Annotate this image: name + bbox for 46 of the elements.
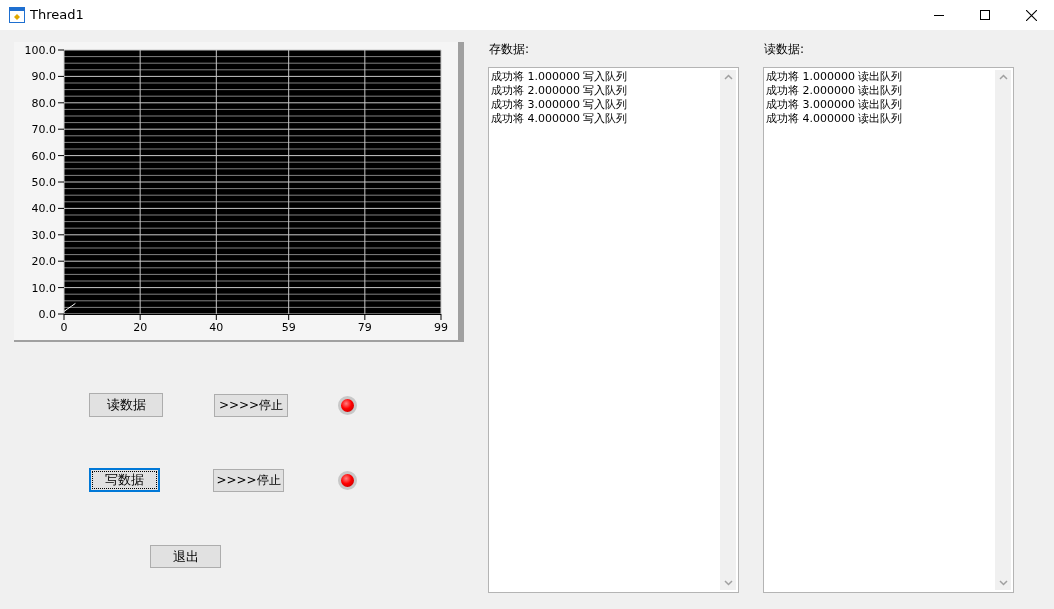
scroll-down-icon[interactable]	[998, 580, 1008, 586]
maximize-icon	[980, 10, 990, 20]
exit-button[interactable]: 退出	[150, 545, 221, 569]
app-icon	[9, 7, 25, 23]
x-tick-label: 0	[60, 321, 68, 334]
close-icon	[1025, 9, 1037, 21]
y-tick-label: 90.0	[31, 70, 56, 84]
x-tick-label: 79	[357, 321, 372, 334]
text-area[interactable]: 成功将 1.000000 读出队列 成功将 2.000000 读出队列 成功将 3.000000 读出队列 成功将 4.000000 读出队列	[763, 67, 1014, 593]
y-tick-label: 30.0	[31, 228, 56, 242]
scroll-up-icon[interactable]	[723, 74, 733, 80]
panel-label: 存数据:	[489, 41, 531, 57]
y-tick-label: 0.0	[38, 308, 56, 321]
x-tick-label: 20	[133, 321, 148, 334]
log-line: 成功将 4.000000 写入队列	[491, 112, 629, 126]
stop-button[interactable]: >>>>停止	[213, 468, 284, 492]
scroll-up-icon[interactable]	[998, 74, 1008, 80]
log-line: 成功将 3.000000 写入队列	[491, 98, 629, 112]
y-tick-label: 50.0	[31, 176, 56, 189]
text-area[interactable]: 成功将 1.000000 写入队列 成功将 2.000000 写入队列 成功将 3.000000 写入队列 成功将 4.000000 写入队列	[488, 67, 739, 593]
y-tick-label: 100.0	[24, 44, 56, 57]
stop-button[interactable]: >>>>停止	[214, 393, 288, 417]
x-tick-label: 99	[434, 321, 448, 334]
x-tick-label: 40	[209, 321, 224, 334]
scrollbar[interactable]	[720, 70, 736, 590]
y-tick-label: 40.0	[31, 202, 56, 216]
y-tick-label: 70.0	[31, 123, 56, 137]
log-line: 成功将 1.000000 写入队列	[491, 70, 629, 84]
start-button[interactable]: 读数据	[89, 393, 163, 417]
x-tick-label: 59	[281, 321, 296, 334]
y-tick-label: 80.0	[31, 96, 56, 110]
log-line: 成功将 2.000000 写入队列	[491, 84, 629, 98]
scroll-down-icon[interactable]	[723, 580, 733, 586]
log-line: 成功将 4.000000 读出队列	[766, 112, 904, 126]
window-title: Thread1	[30, 6, 84, 25]
scrollbar[interactable]	[995, 70, 1011, 590]
log-line: 成功将 3.000000 读出队列	[766, 98, 904, 112]
y-tick-label: 20.0	[31, 255, 56, 269]
y-tick-label: 10.0	[31, 281, 56, 295]
minimize-icon	[934, 14, 944, 16]
log-line: 成功将 2.000000 读出队列	[766, 84, 904, 98]
start-button[interactable]: 写数据	[89, 468, 160, 492]
y-tick-label: 60.0	[31, 149, 56, 163]
log-line: 成功将 1.000000 读出队列	[766, 70, 904, 84]
data-line	[63, 302, 76, 312]
panel-label: 读数据:	[764, 41, 806, 57]
